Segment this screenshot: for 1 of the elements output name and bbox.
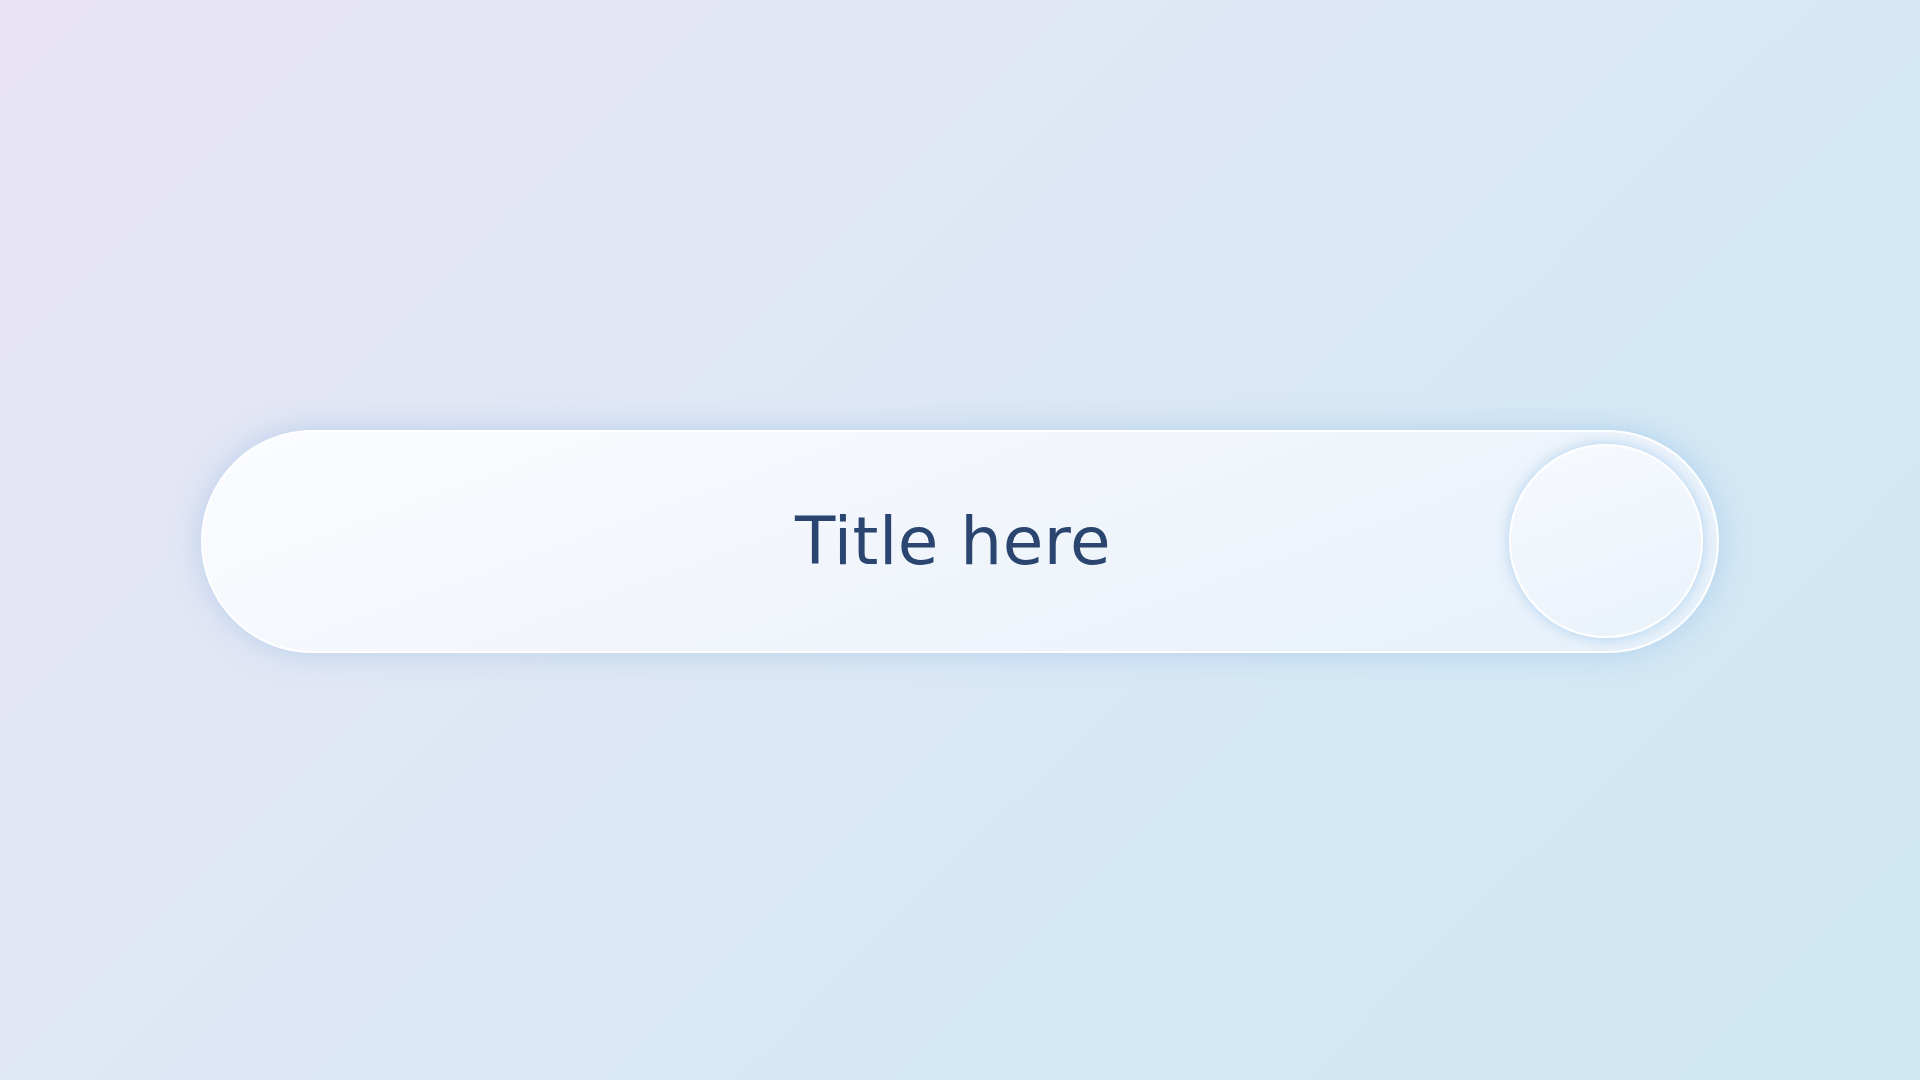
pill-title: Title here <box>794 502 1112 580</box>
